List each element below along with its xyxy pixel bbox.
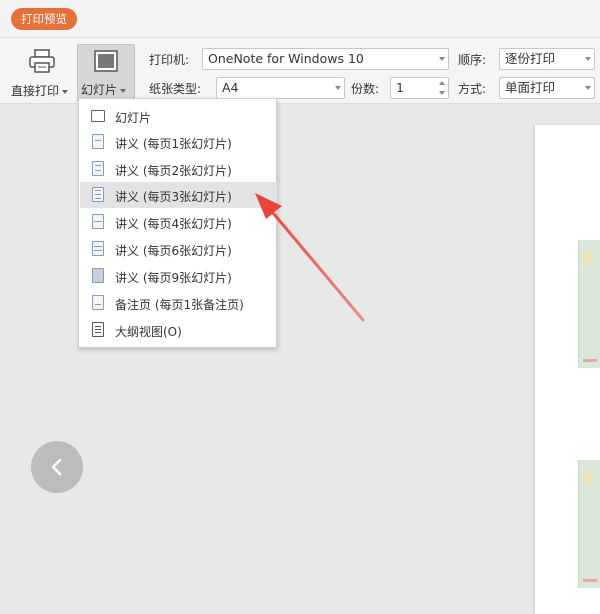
slide-layout-icon: [94, 50, 118, 72]
menu-item-handout-1[interactable]: 讲义 (每页1张幻灯片): [80, 129, 277, 155]
decrement-icon[interactable]: [439, 91, 445, 95]
paper-type-select[interactable]: A4: [216, 77, 345, 99]
slides-layout-menu: 幻灯片 讲义 (每页1张幻灯片) 讲义 (每页2张幻灯片) 讲义 (每页3张幻灯…: [78, 98, 277, 348]
printer-icon: [29, 49, 55, 73]
printer-value: OneNote for Windows 10: [208, 51, 364, 66]
chevron-down-icon: [585, 57, 591, 61]
copies-label: 份数:: [351, 82, 380, 96]
slide-thumbnail: [578, 240, 600, 368]
paper-type-value: A4: [222, 80, 239, 95]
printer-label: 打印机:: [149, 53, 190, 67]
copies-value: 1: [396, 80, 404, 95]
slides-layout-button[interactable]: 幻灯片: [77, 44, 135, 102]
handout-6-icon: [92, 241, 104, 256]
menu-item-handout-2[interactable]: 讲义 (每页2张幻灯片): [80, 156, 277, 182]
notes-page-icon: [92, 295, 104, 310]
menu-item-notes-page[interactable]: 备注页 (每页1张备注页): [80, 290, 277, 316]
previous-page-button[interactable]: [31, 441, 83, 493]
print-mode-select[interactable]: 单面打印: [499, 77, 595, 99]
paper-type-label: 纸张类型:: [149, 82, 202, 96]
direct-print-button[interactable]: 直接打印: [8, 42, 74, 100]
handout-1-icon: [92, 134, 104, 149]
print-mode-label: 方式:: [458, 82, 487, 96]
chevron-left-icon: [51, 458, 62, 476]
chevron-down-icon: [335, 86, 341, 90]
slide-thumbnail: [578, 460, 600, 588]
increment-icon[interactable]: [439, 81, 445, 85]
slide-icon: [91, 110, 105, 122]
menu-item-slides[interactable]: 幻灯片: [80, 103, 277, 129]
direct-print-label: 直接打印: [11, 84, 60, 98]
title-bar: 打印预览: [0, 0, 600, 38]
menu-item-outline-view[interactable]: 大纲视图(O): [80, 317, 277, 343]
print-preview-tab[interactable]: 打印预览: [11, 8, 77, 30]
order-value: 逐份打印: [505, 51, 556, 66]
handout-4-icon: [92, 214, 104, 229]
menu-item-handout-4[interactable]: 讲义 (每页4张幻灯片): [80, 209, 277, 235]
slides-button-label: 幻灯片: [81, 83, 118, 97]
handout-9-icon: [92, 268, 104, 283]
chevron-down-icon: [439, 57, 445, 61]
chevron-down-icon: [62, 89, 69, 94]
menu-item-handout-3[interactable]: 讲义 (每页3张幻灯片): [80, 182, 277, 208]
print-toolbar: 直接打印 幻灯片 打印机: OneNote for Windows 10 纸张类…: [0, 38, 600, 104]
chevron-down-icon: [120, 88, 127, 93]
outline-icon: [92, 322, 104, 337]
copies-stepper[interactable]: 1: [390, 77, 449, 99]
menu-item-handout-9[interactable]: 讲义 (每页9张幻灯片): [80, 263, 277, 289]
chevron-down-icon: [585, 86, 591, 90]
handout-3-icon: [92, 187, 104, 202]
print-mode-value: 单面打印: [505, 80, 556, 95]
order-label: 顺序:: [458, 53, 487, 67]
menu-item-handout-6[interactable]: 讲义 (每页6张幻灯片): [80, 236, 277, 262]
handout-2-icon: [92, 161, 104, 176]
printer-select[interactable]: OneNote for Windows 10: [202, 48, 449, 70]
order-select[interactable]: 逐份打印: [499, 48, 595, 70]
